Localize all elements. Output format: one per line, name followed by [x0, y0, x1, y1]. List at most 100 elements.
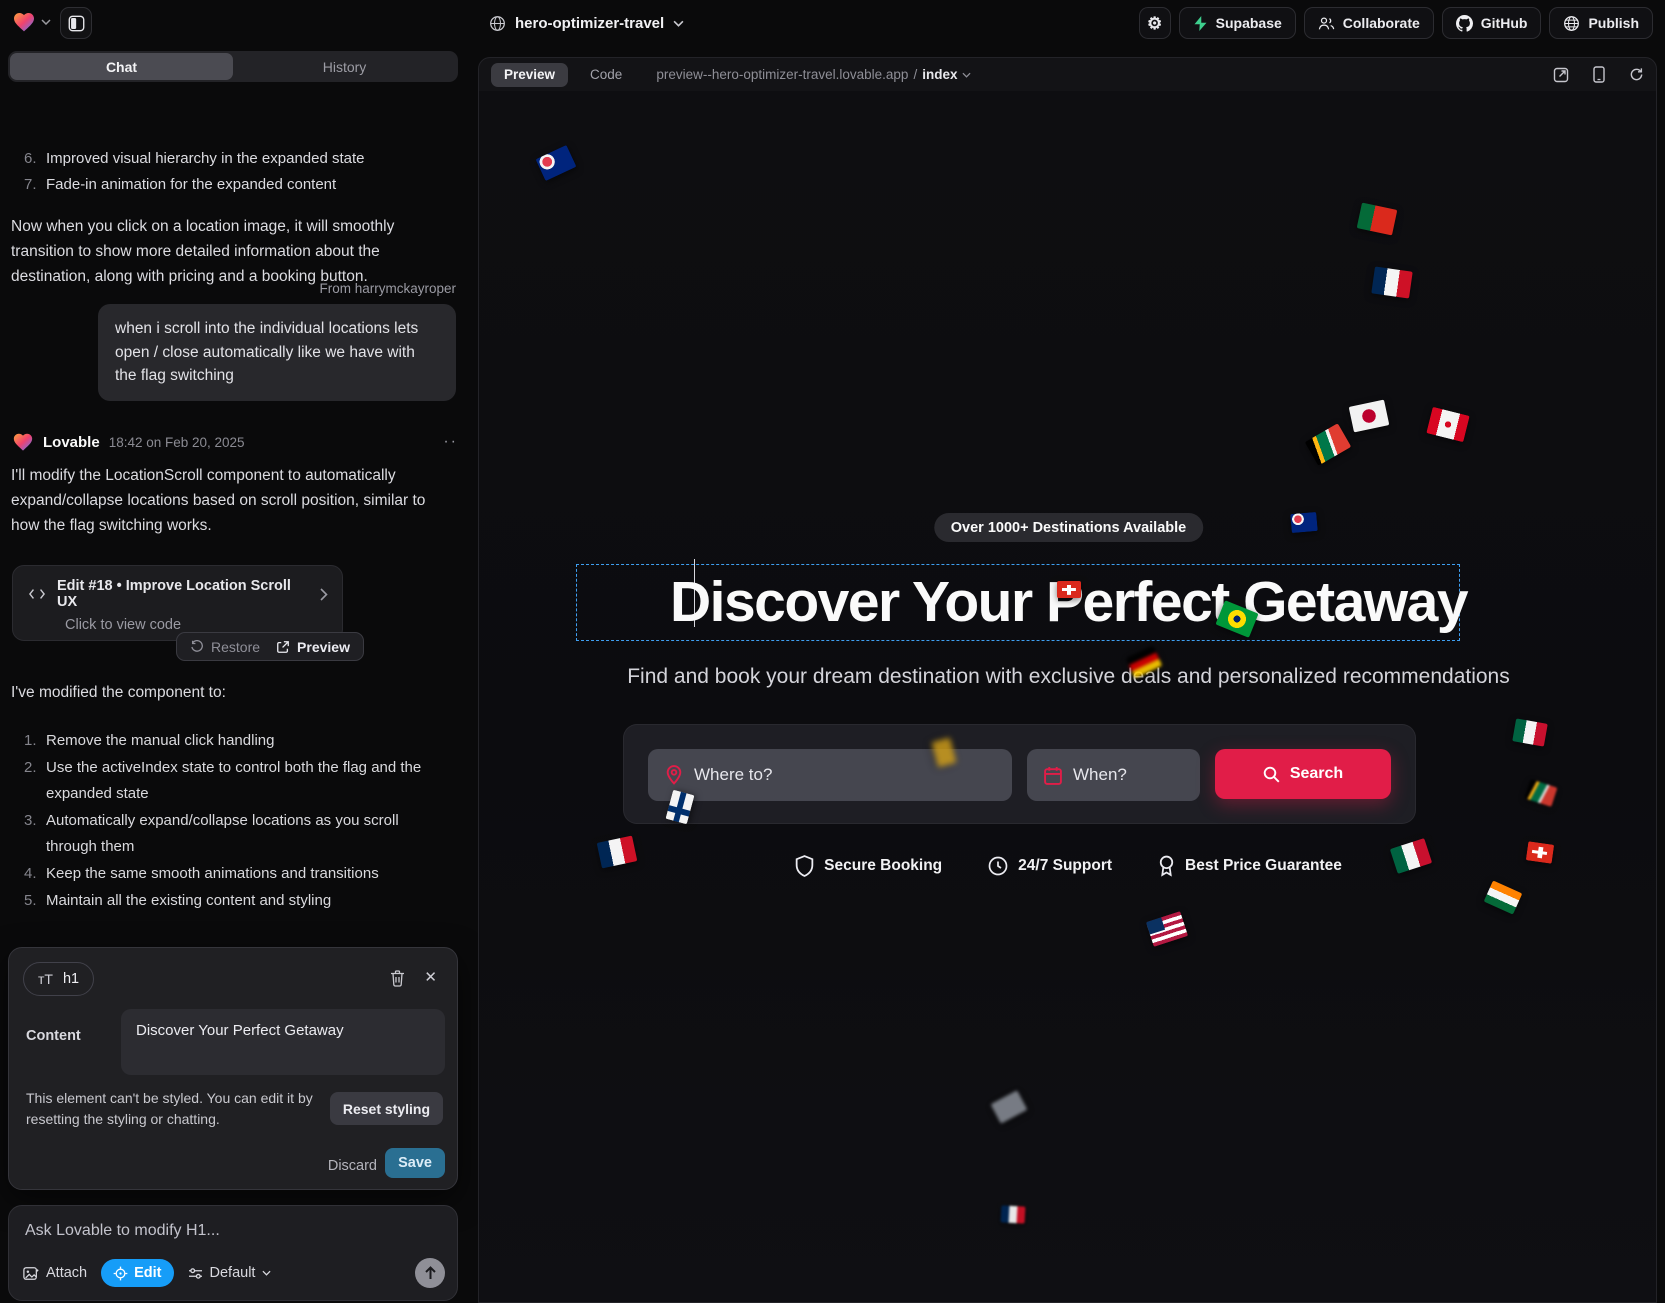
message-menu-icon[interactable]: ·· [443, 433, 458, 451]
chat-history-tabs: Chat History [8, 51, 458, 82]
list-number: 2. [24, 755, 46, 807]
save-button[interactable]: Save [385, 1148, 445, 1178]
edit-mode-label: Edit [134, 1265, 161, 1281]
sidebar-toggle-button[interactable] [60, 7, 92, 39]
element-tag-badge[interactable]: ᴛT h1 [23, 962, 94, 996]
collaborate-label: Collaborate [1343, 15, 1420, 31]
chevron-down-icon [262, 1270, 271, 1276]
feature-label: Best Price Guarantee [1185, 857, 1342, 875]
calendar-icon [1044, 766, 1062, 785]
mobile-icon [1593, 66, 1605, 83]
assistant-paragraph: Now when you click on a location image, … [11, 168, 457, 289]
preview-pane: Preview Code preview--hero-optimizer-tra… [478, 57, 1657, 1303]
flag-za-icon [1305, 423, 1351, 465]
chat-panel: Chat History 6. Improved visual hierarch… [0, 46, 472, 1303]
element-editor-panel: ᴛT h1 ✕ Content This element can't be st… [8, 947, 458, 1190]
flag-fr-icon [1001, 1205, 1026, 1223]
project-name: hero-optimizer-travel [515, 15, 664, 32]
search-button-label: Search [1290, 765, 1343, 783]
supabase-button[interactable]: Supabase [1179, 7, 1296, 39]
open-external-icon [276, 640, 290, 654]
url-host: preview--hero-optimizer-travel.lovable.a… [656, 67, 908, 82]
assistant-paragraph: I'll modify the LocationScroll component… [11, 463, 457, 538]
message-timestamp: 18:42 on Feb 20, 2025 [109, 435, 245, 450]
composer-placeholder: Ask Lovable to modify H1... [25, 1222, 441, 1240]
edit-version-card[interactable]: Edit #18 • Improve Location Scroll UX Cl… [12, 565, 343, 641]
preview-url[interactable]: preview--hero-optimizer-travel.lovable.a… [656, 67, 971, 82]
user-attribution: From harrymckayroper [319, 281, 456, 296]
content-label: Content [26, 1028, 81, 1044]
preview-version-button[interactable]: Preview [276, 639, 350, 655]
flag-jp-icon [1349, 400, 1390, 433]
list-number: 1. [24, 728, 46, 754]
list-item: 1. Remove the manual click handling [24, 728, 452, 754]
flag-us-icon [1146, 911, 1188, 947]
send-button[interactable] [415, 1258, 445, 1288]
content-input[interactable] [121, 1009, 445, 1075]
discard-button[interactable]: Discard [322, 1151, 383, 1181]
chevron-right-icon [320, 588, 328, 601]
trash-icon [390, 970, 405, 987]
flag-pt-icon [1357, 203, 1398, 236]
flag-ca-icon [1426, 407, 1469, 442]
tab-history[interactable]: History [233, 53, 456, 80]
hero-title[interactable]: Discover Your Perfect Getaway [479, 569, 1657, 635]
open-external-icon [1553, 67, 1569, 83]
destinations-badge: Over 1000+ Destinations Available [934, 513, 1203, 542]
refresh-button[interactable] [1629, 67, 1644, 82]
flag-za-icon [1525, 779, 1558, 807]
flag-gray-icon [991, 1090, 1028, 1124]
sliders-icon [188, 1267, 203, 1280]
tab-chat[interactable]: Chat [10, 53, 233, 80]
chat-composer[interactable]: Ask Lovable to modify H1... Attach Edit [8, 1205, 458, 1301]
github-label: GitHub [1481, 15, 1528, 31]
collaborate-button[interactable]: Collaborate [1304, 7, 1434, 39]
users-icon [1318, 16, 1335, 31]
when-input[interactable]: When? [1027, 749, 1200, 801]
reset-styling-button[interactable]: Reset styling [330, 1092, 443, 1125]
panel-left-icon [68, 15, 85, 32]
lovable-logo[interactable] [12, 10, 51, 34]
list-number: 4. [24, 861, 46, 887]
chevron-down-icon [962, 72, 971, 78]
assistant-message-header: Lovable 18:42 on Feb 20, 2025 ·· [12, 430, 458, 454]
feature-best-price: Best Price Guarantee [1158, 855, 1342, 877]
mobile-view-button[interactable] [1593, 66, 1605, 83]
list-text: Improved visual hierarchy in the expande… [46, 148, 365, 170]
delete-element-button[interactable] [390, 970, 405, 987]
publish-button[interactable]: Publish [1549, 7, 1653, 39]
search-button[interactable]: Search [1215, 749, 1391, 799]
tab-preview[interactable]: Preview [491, 63, 568, 87]
edit-card-title: Edit #18 • Improve Location Scroll UX [57, 578, 308, 610]
flag-fr-icon [1371, 266, 1412, 298]
github-button[interactable]: GitHub [1442, 7, 1542, 39]
where-placeholder: Where to? [694, 765, 772, 785]
restore-button[interactable]: Restore [190, 639, 260, 655]
url-separator: / [913, 67, 917, 82]
settings-button[interactable]: ⚙ [1139, 7, 1171, 39]
code-icon [29, 588, 45, 600]
globe-icon [489, 15, 506, 32]
edit-card-subtitle: Click to view code [65, 617, 328, 633]
attach-button[interactable]: Attach [23, 1265, 87, 1281]
flag-nz-icon [1290, 512, 1318, 533]
feature-list: Secure Booking 24/7 Support Best Price G… [479, 855, 1657, 877]
list-text: Automatically expand/collapse locations … [46, 808, 452, 860]
feature-label: 24/7 Support [1018, 857, 1112, 875]
assistant-name: Lovable [43, 434, 100, 451]
where-input[interactable]: Where to? [648, 749, 1012, 801]
project-selector[interactable]: hero-optimizer-travel [489, 8, 684, 38]
model-selector-label: Default [210, 1265, 256, 1281]
edit-mode-button[interactable]: Edit [101, 1259, 173, 1287]
feature-secure-booking: Secure Booking [795, 855, 942, 877]
tab-code[interactable]: Code [590, 67, 622, 82]
preview-label: Preview [297, 639, 350, 655]
list-item: 5. Maintain all the existing content and… [24, 888, 452, 914]
refresh-icon [1629, 67, 1644, 82]
close-panel-button[interactable]: ✕ [424, 968, 437, 986]
list-item: 3. Automatically expand/collapse locatio… [24, 808, 452, 860]
open-external-button[interactable] [1553, 67, 1569, 83]
list-item: 2. Use the activeIndex state to control … [24, 755, 452, 807]
list-number: 5. [24, 888, 46, 914]
model-selector[interactable]: Default [188, 1265, 272, 1281]
